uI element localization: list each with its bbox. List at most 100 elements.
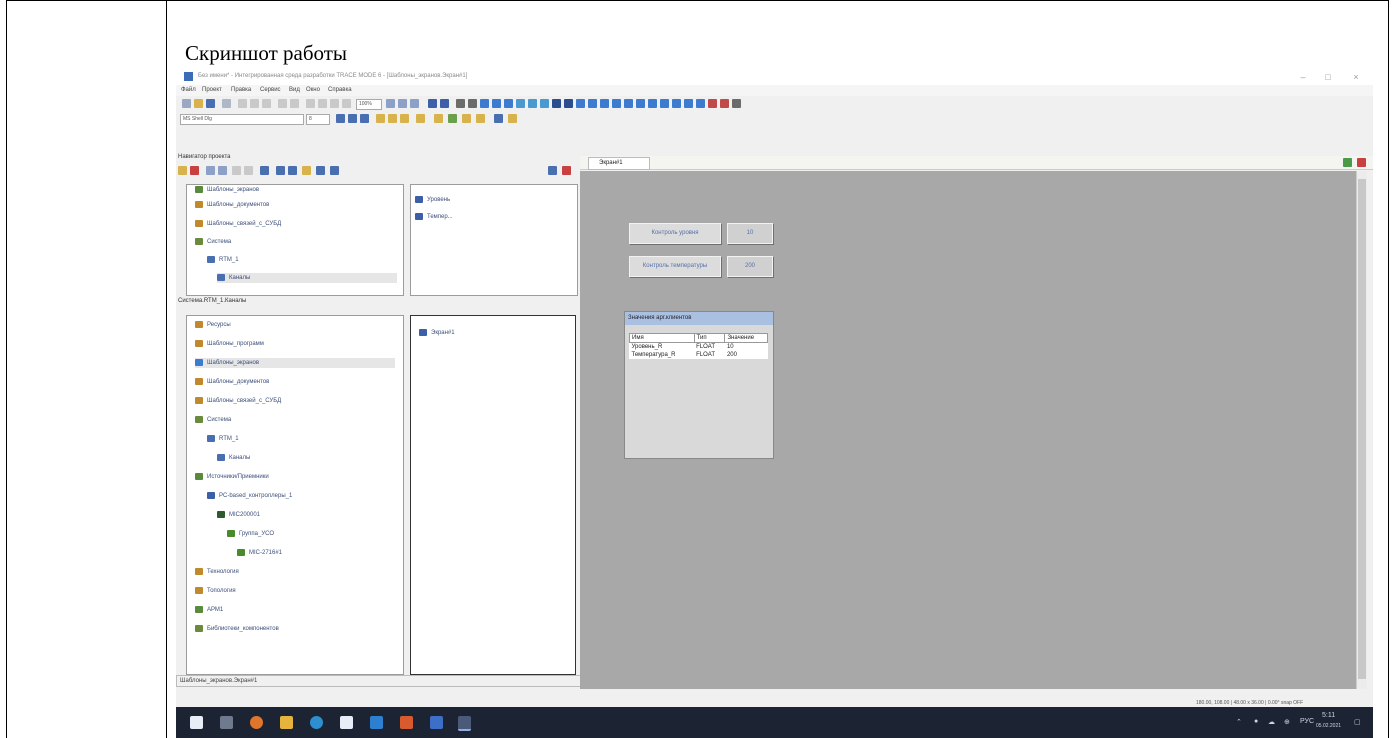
menu-view[interactable]: Вид — [289, 87, 300, 93]
paste-icon[interactable] — [244, 166, 253, 175]
magnifier-icon[interactable] — [732, 99, 741, 108]
undo-icon[interactable] — [206, 166, 215, 175]
paste-icon[interactable] — [262, 99, 271, 108]
pause-icon[interactable] — [330, 166, 339, 175]
menu-service[interactable]: Сервис — [260, 87, 281, 93]
line-icon[interactable] — [468, 99, 477, 108]
browser-icon[interactable] — [672, 99, 681, 108]
save-icon[interactable] — [206, 99, 215, 108]
notifications-icon[interactable]: ▢ — [1354, 718, 1361, 726]
channel-item[interactable]: Темпер... — [415, 212, 453, 222]
clock-date[interactable]: 05.02.2021 — [1316, 723, 1341, 729]
menu-window[interactable]: Окно — [306, 87, 320, 93]
arc-icon[interactable] — [540, 99, 549, 108]
tree-item-selected[interactable]: Шаблоны_экранов — [195, 358, 395, 368]
channel-item[interactable]: Уровень — [415, 195, 450, 205]
grid-icon[interactable] — [428, 99, 437, 108]
clock-time[interactable]: 5:11 — [1322, 712, 1335, 719]
tree-item[interactable]: Шаблоны_экранов — [195, 185, 259, 195]
table-row[interactable]: Температура_R FLOAT 200 — [630, 351, 768, 359]
tree-item[interactable]: Библиотеки_компонентов — [195, 624, 279, 634]
store-icon[interactable] — [340, 716, 353, 729]
motor-icon[interactable] — [720, 99, 729, 108]
ole-icon[interactable] — [684, 99, 693, 108]
font-color-icon[interactable] — [416, 114, 425, 123]
polygon-icon[interactable] — [528, 99, 537, 108]
undo-icon[interactable] — [278, 99, 287, 108]
indicator-icon[interactable] — [600, 99, 609, 108]
col-name-header[interactable]: Имя — [629, 333, 695, 343]
tree-item[interactable]: Шаблоны_связей_с_СУБД — [195, 219, 281, 229]
tree-item[interactable]: Топология — [195, 586, 236, 596]
menu-help[interactable]: Справка — [328, 87, 352, 93]
temperature-control-button[interactable]: Контроль температуры — [629, 256, 721, 277]
tree-item-selected[interactable]: Каналы — [217, 273, 397, 283]
snap-icon[interactable] — [440, 99, 449, 108]
underline-icon[interactable] — [400, 114, 409, 123]
table-row[interactable]: Уровень_R FLOAT 10 — [630, 343, 768, 352]
firefox-icon[interactable] — [250, 716, 263, 729]
level-control-button[interactable]: Контроль уровня — [629, 223, 721, 244]
menu-edit[interactable]: Правка — [231, 87, 251, 93]
tree-item[interactable]: PC-based_контроллеры_1 — [207, 491, 292, 501]
italic-icon[interactable] — [388, 114, 397, 123]
button-tool-icon[interactable] — [492, 99, 501, 108]
bar-icon[interactable] — [564, 99, 573, 108]
tree-item[interactable]: MIC-2716#1 — [237, 548, 282, 558]
tab-screen1[interactable]: Экран#1 — [588, 157, 650, 170]
open-icon[interactable] — [194, 99, 203, 108]
align-icon[interactable] — [330, 99, 339, 108]
redo-icon[interactable] — [290, 99, 299, 108]
files-icon[interactable] — [280, 716, 293, 729]
tree-item[interactable]: RTM_1 — [207, 434, 239, 444]
view-icon[interactable] — [276, 166, 285, 175]
tree-item[interactable]: MIC200001 — [217, 510, 260, 520]
tree-item[interactable]: Каналы — [217, 453, 250, 463]
cut-icon[interactable] — [238, 99, 247, 108]
bold-icon[interactable] — [376, 114, 385, 123]
tree-item[interactable]: Источники/Приемники — [195, 472, 269, 482]
zoom-out-icon[interactable] — [398, 99, 407, 108]
word-icon[interactable] — [430, 716, 443, 729]
tree-item[interactable]: Ресурсы — [195, 320, 231, 330]
tree-item[interactable]: RTM_1 — [207, 255, 239, 265]
tree-item[interactable]: Система — [195, 237, 231, 247]
app-icon[interactable] — [400, 716, 413, 729]
fill-color-icon[interactable] — [448, 114, 457, 123]
pointer-icon[interactable] — [456, 99, 465, 108]
report-icon[interactable] — [660, 99, 669, 108]
menu-project[interactable]: Проект — [202, 87, 222, 93]
font-size-select[interactable]: 8 — [306, 114, 330, 125]
tree-item[interactable]: АРМ1 — [195, 605, 223, 615]
print-icon[interactable] — [222, 99, 231, 108]
language-indicator[interactable]: РУС — [1300, 718, 1314, 725]
redo-icon[interactable] — [218, 166, 227, 175]
align-icon[interactable] — [318, 99, 327, 108]
chevron-up-icon[interactable]: ⌃ — [1236, 718, 1242, 726]
chart-icon[interactable] — [624, 99, 633, 108]
zoom-in-icon[interactable] — [386, 99, 395, 108]
sort-icon[interactable] — [316, 166, 325, 175]
text-color-icon[interactable] — [462, 114, 471, 123]
gauge-icon[interactable] — [588, 99, 597, 108]
add-icon[interactable] — [178, 166, 187, 175]
cloud-icon[interactable]: ☁ — [1268, 718, 1275, 726]
zoom-select[interactable]: 100% — [356, 99, 382, 110]
tree-item[interactable]: Технология — [195, 567, 239, 577]
menu-file[interactable]: Файл — [181, 87, 196, 93]
close-button[interactable]: × — [1346, 71, 1366, 83]
dock-icon[interactable] — [1343, 158, 1352, 167]
properties-icon[interactable] — [260, 166, 269, 175]
video-icon[interactable] — [648, 99, 657, 108]
zoom-fit-icon[interactable] — [410, 99, 419, 108]
shadow-icon[interactable] — [476, 114, 485, 123]
view-list-icon[interactable] — [288, 166, 297, 175]
align-icon[interactable] — [342, 99, 351, 108]
alarm-icon[interactable] — [636, 99, 645, 108]
close-pane-icon[interactable] — [562, 166, 571, 175]
dock-icon[interactable] — [548, 166, 557, 175]
tree-item[interactable]: Шаблоны_документов — [195, 377, 269, 387]
copy-icon[interactable] — [232, 166, 241, 175]
scroll-thumb[interactable] — [1358, 179, 1366, 679]
tree-item[interactable]: Шаблоны_документов — [195, 200, 269, 210]
